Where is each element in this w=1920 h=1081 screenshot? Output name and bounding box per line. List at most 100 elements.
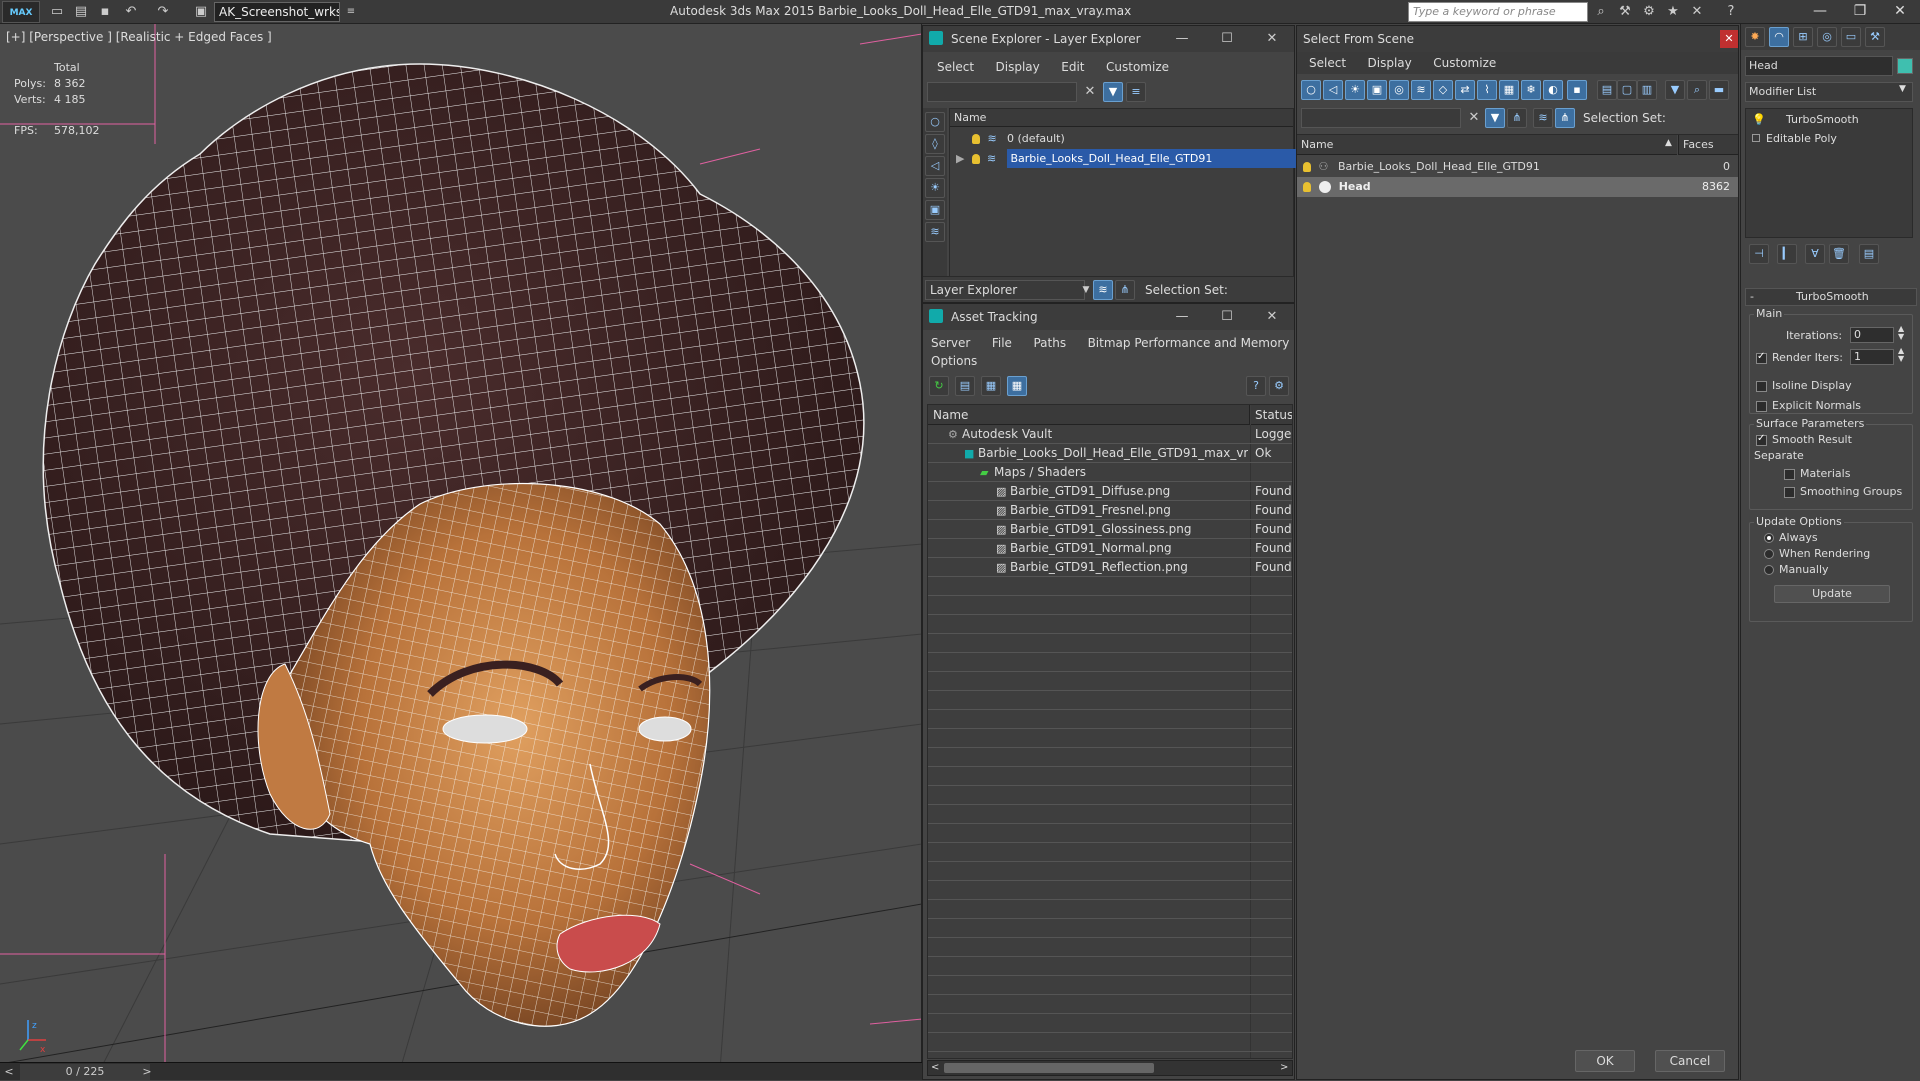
menu-paths[interactable]: Paths (1033, 332, 1066, 354)
lightbulb-icon[interactable] (1303, 182, 1311, 192)
scroll-left-icon[interactable]: < (931, 1062, 939, 1073)
modify-tab-icon[interactable]: ◠ (1769, 27, 1789, 47)
menu-display[interactable]: Display (996, 56, 1040, 78)
horizontal-scrollbar[interactable]: < > (927, 1060, 1293, 1076)
asset-row[interactable]: ■ Barbie_Looks_Doll_Head_Elle_GTD91_max_v… (928, 444, 1292, 463)
smooth-result-checkbox[interactable] (1756, 433, 1767, 446)
layer-explorer-icon[interactable]: ≋ (1093, 280, 1113, 300)
render-iters-row[interactable]: Render Iters: (1756, 351, 1843, 364)
refresh-icon[interactable]: ↻ (929, 376, 949, 396)
table-view-icon[interactable]: ▦ (1007, 376, 1027, 396)
menu-display[interactable]: Display (1368, 52, 1412, 74)
cancel-button[interactable]: Cancel (1655, 1050, 1725, 1072)
collapse-icon[interactable]: ▬ (1709, 80, 1729, 100)
select-all-icon[interactable]: ▤ (1597, 80, 1617, 100)
redo-icon[interactable]: ↷ (154, 3, 172, 21)
subscription-icon[interactable]: ⚙ (1640, 3, 1658, 21)
display-spacewarps-icon[interactable]: ≋ (1411, 80, 1431, 100)
maximize-icon[interactable]: ☐ (1218, 308, 1236, 326)
spinner-arrows-icon[interactable]: ▲ ▼ (1898, 347, 1904, 363)
display-cameras-icon[interactable]: ▣ (925, 200, 945, 220)
time-slider[interactable]: < 0 / 225 > (0, 1062, 922, 1080)
display-helpers-icon[interactable]: ◎ (1389, 80, 1409, 100)
smoothing-groups-row[interactable]: Smoothing Groups (1784, 485, 1902, 498)
object-row[interactable]: ⚇ Barbie_Looks_Doll_Head_Elle_GTD91 0 (1297, 157, 1738, 177)
project-icon[interactable]: ▣ (192, 3, 210, 21)
layer-settings-icon[interactable]: ≡ (1126, 82, 1146, 102)
minimize-icon[interactable]: — (1800, 0, 1840, 24)
display-hidden-icon[interactable]: ◐ (1543, 80, 1563, 100)
column-header-name[interactable]: Name (950, 109, 1293, 127)
display-lights-icon[interactable]: ☀ (1345, 80, 1365, 100)
spinner-arrows-icon[interactable]: ▲ ▼ (1898, 325, 1904, 341)
collapse-icon[interactable]: - (1750, 290, 1754, 303)
asset-tracking-titlebar[interactable]: Asset Tracking (923, 304, 1294, 330)
close-icon[interactable]: ✕ (1263, 308, 1281, 326)
clear-search-icon[interactable]: ✕ (1081, 83, 1099, 101)
isoline-checkbox[interactable] (1756, 380, 1767, 392)
asset-row[interactable]: ▨ Barbie_GTD91_Normal.png Found (928, 539, 1292, 558)
explicit-normals-checkbox[interactable] (1756, 400, 1767, 412)
close-icon[interactable]: ✕ (1263, 30, 1281, 48)
modifier-list-dropdown[interactable]: Modifier List (1745, 82, 1913, 102)
prev-frame-icon[interactable]: < (0, 1063, 18, 1081)
display-bones-icon[interactable]: ⌇ (1477, 80, 1497, 100)
update-button[interactable]: Update (1774, 585, 1890, 603)
asset-row[interactable]: ⚙ Autodesk Vault Logged (928, 425, 1292, 444)
materials-checkbox[interactable] (1784, 468, 1795, 480)
configure-sets-icon[interactable]: ▤ (1859, 244, 1879, 264)
display-groups-icon[interactable]: ◇ (1433, 80, 1453, 100)
lightbulb-icon[interactable] (971, 154, 980, 164)
always-row[interactable]: Always (1764, 531, 1818, 544)
explorer-type-dropdown[interactable]: Layer Explorer (925, 280, 1085, 300)
display-frozen-icon[interactable]: ❄ (1521, 80, 1541, 100)
save-icon[interactable]: ▪ (96, 3, 114, 21)
column-header-faces[interactable]: Faces (1678, 135, 1738, 155)
close-icon[interactable]: ✕ (1720, 30, 1738, 48)
undo-icon[interactable]: ↶ (122, 3, 140, 21)
display-geometry-icon[interactable]: ○ (1301, 80, 1321, 100)
binoculars-icon[interactable]: ⌕ (1592, 3, 1610, 21)
layer-row-barbie[interactable]: ▶ ≋ Barbie_Looks_Doll_Head_Elle_GTD91 (950, 149, 1297, 168)
hierarchy-icon[interactable]: ⋔ (1115, 280, 1135, 300)
select-none-icon[interactable]: ▢ (1617, 80, 1637, 100)
column-header-name[interactable]: Name (928, 405, 1250, 425)
rollout-header[interactable]: - TurboSmooth (1745, 288, 1917, 306)
menu-options[interactable]: Options (931, 350, 977, 372)
display-geometry-icon[interactable]: ◊ (925, 134, 945, 154)
display-tab-icon[interactable]: ▭ (1841, 27, 1861, 47)
pin-stack-icon[interactable]: ⊣ (1749, 244, 1769, 264)
new-file-icon[interactable]: ▭ (48, 3, 66, 21)
help-icon[interactable]: ? (1246, 376, 1266, 396)
clear-search-icon[interactable]: ✕ (1465, 109, 1483, 127)
filter-icon[interactable]: ▼ (1485, 108, 1505, 128)
display-xrefs-icon[interactable]: ⇄ (1455, 80, 1475, 100)
star-icon[interactable]: ★ (1664, 3, 1682, 21)
show-end-result-icon[interactable]: ▎ (1777, 244, 1797, 264)
menu-select[interactable]: Select (937, 56, 974, 78)
manually-row[interactable]: Manually (1764, 563, 1829, 576)
display-all-icon[interactable]: ▪ (1567, 80, 1587, 100)
thumbnail-view-icon[interactable]: ▦ (981, 376, 1001, 396)
maximize-icon[interactable]: ☐ (1218, 30, 1236, 48)
open-folder-icon[interactable]: ▤ (72, 3, 90, 21)
list-view-icon[interactable]: ▤ (955, 376, 975, 396)
scroll-right-icon[interactable]: > (1280, 1062, 1288, 1073)
render-iters-spinner[interactable]: 1 (1850, 349, 1894, 365)
select-search-field[interactable] (1301, 108, 1461, 128)
app-logo[interactable]: MAX (2, 1, 40, 23)
workspace-menu-icon[interactable]: ≡ (342, 3, 360, 21)
viewport-label[interactable]: [+] [Perspective ] [Realistic + Edged Fa… (6, 30, 272, 44)
smooth-result-row[interactable]: Smooth Result (1756, 433, 1852, 446)
frame-counter[interactable]: 0 / 225 (20, 1064, 150, 1080)
explicit-normals-row[interactable]: Explicit Normals (1756, 399, 1861, 412)
help-icon[interactable]: ? (1722, 3, 1740, 21)
hierarchy-tab-icon[interactable]: ⊞ (1793, 27, 1813, 47)
asset-row[interactable]: ▨ Barbie_GTD91_Fresnel.png Found (928, 501, 1292, 520)
asset-row[interactable]: ▨ Barbie_GTD91_Glossiness.png Found (928, 520, 1292, 539)
menu-select[interactable]: Select (1309, 52, 1346, 74)
always-radio[interactable] (1764, 533, 1774, 543)
asset-row[interactable]: ▨ Barbie_GTD91_Reflection.png Found (928, 558, 1292, 577)
display-shapes-icon[interactable]: ◁ (925, 156, 945, 176)
display-lights-icon[interactable]: ☀ (925, 178, 945, 198)
